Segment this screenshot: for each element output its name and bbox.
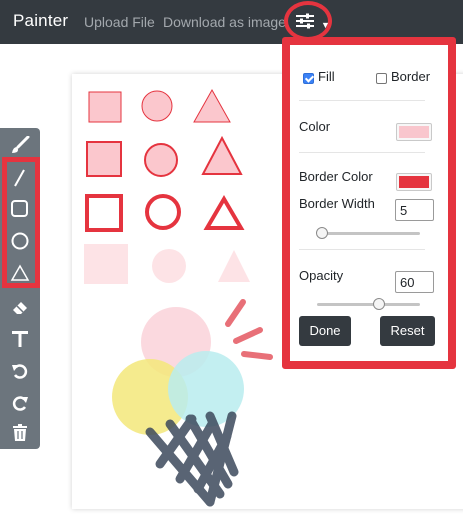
undo-icon	[12, 364, 28, 379]
download-image-link[interactable]: Download as image	[163, 14, 286, 30]
settings-panel: Fill Border Color Border Color Border Wi…	[282, 37, 456, 369]
border-checkbox[interactable]	[376, 73, 387, 84]
reset-button[interactable]: Reset	[380, 316, 435, 346]
opacity-label: Opacity	[299, 268, 344, 283]
trash-icon	[13, 424, 27, 441]
divider	[299, 100, 425, 101]
border-color-picker[interactable]	[396, 173, 432, 191]
redo-tool[interactable]	[0, 388, 40, 418]
rectangle-shape	[86, 141, 122, 177]
sliders-icon	[296, 13, 314, 29]
eraser-icon	[13, 302, 27, 314]
triangle-shape	[201, 135, 243, 175]
fill-label: Fill	[318, 69, 335, 84]
border-width-input[interactable]: 5	[395, 199, 434, 221]
text-tool[interactable]	[0, 324, 40, 354]
app-brand[interactable]: Painter	[13, 11, 68, 31]
triangle-shape	[203, 195, 245, 230]
rectangle-shape	[84, 244, 128, 284]
redo-icon	[12, 396, 28, 411]
done-button[interactable]: Done	[299, 316, 351, 346]
border-label: Border	[391, 69, 431, 84]
circle-shape	[145, 194, 181, 230]
text-icon	[12, 331, 28, 347]
opacity-slider[interactable]	[317, 303, 420, 306]
rectangle-shape	[85, 194, 123, 232]
color-label: Color	[299, 119, 331, 134]
divider	[299, 152, 425, 153]
chevron-down-icon: ▼	[321, 20, 330, 30]
divider	[299, 249, 425, 250]
triangle-shape	[218, 250, 250, 282]
circle-shape	[141, 90, 173, 122]
fill-color-picker[interactable]	[396, 123, 432, 141]
border-width-slider[interactable]	[317, 232, 420, 235]
brush-tool[interactable]	[0, 130, 40, 160]
triangle-shape	[193, 88, 231, 123]
fill-checkbox[interactable]	[303, 73, 314, 84]
upload-file-link[interactable]: Upload File	[84, 14, 155, 30]
circle-shape	[144, 143, 178, 177]
settings-dropdown-button[interactable]: ▼	[284, 1, 332, 41]
border-width-slider-thumb[interactable]	[316, 227, 329, 239]
ice-cream-illustration	[112, 299, 273, 507]
brush-icon	[12, 136, 30, 153]
eraser-tool[interactable]	[0, 292, 40, 322]
delete-tool[interactable]	[0, 418, 40, 448]
shape-tools-highlight	[2, 157, 40, 288]
circle-shape	[152, 249, 186, 283]
undo-tool[interactable]	[0, 356, 40, 386]
opacity-input[interactable]: 60	[395, 271, 434, 293]
border-width-label: Border Width	[299, 196, 375, 211]
opacity-slider-thumb[interactable]	[372, 298, 385, 310]
rectangle-shape	[88, 91, 122, 123]
border-color-label: Border Color	[299, 169, 373, 184]
